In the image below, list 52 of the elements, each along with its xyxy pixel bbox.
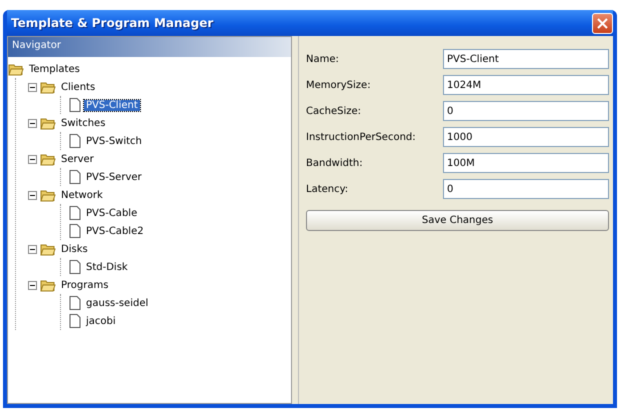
field-label: MemorySize: xyxy=(306,80,372,90)
folder-icon xyxy=(40,242,56,256)
collapse-icon[interactable] xyxy=(28,118,37,128)
folder-icon xyxy=(40,80,56,94)
tree-item[interactable]: Templates xyxy=(27,64,82,74)
tree-item[interactable]: PVS-Cable xyxy=(84,208,140,218)
collapse-icon[interactable] xyxy=(28,190,37,200)
field-label: CacheSize: xyxy=(306,106,362,116)
folder-icon xyxy=(40,188,56,202)
navigator-header: Navigator xyxy=(8,37,291,57)
folder-icon xyxy=(40,152,56,166)
tree-item[interactable]: Server xyxy=(59,154,96,164)
document-icon xyxy=(69,206,81,220)
collapse-icon[interactable] xyxy=(28,244,37,254)
tree-item[interactable]: jacobi xyxy=(84,316,118,326)
tree-item[interactable]: Disks xyxy=(59,244,90,254)
document-icon xyxy=(69,314,81,328)
collapse-icon[interactable] xyxy=(28,280,37,290)
document-icon xyxy=(69,98,81,112)
input-field[interactable]: 0 xyxy=(443,101,609,121)
close-button[interactable] xyxy=(592,12,613,34)
document-icon xyxy=(69,260,81,274)
document-icon xyxy=(69,296,81,310)
field-label: Latency: xyxy=(306,184,350,194)
tree-item[interactable]: PVS-Cable2 xyxy=(84,226,146,236)
tree-item[interactable]: Network xyxy=(59,190,105,200)
field-label: Bandwidth: xyxy=(306,158,364,168)
document-icon xyxy=(69,170,81,184)
tree-item[interactable]: gauss-seidel xyxy=(84,298,150,308)
collapse-icon[interactable] xyxy=(28,154,37,164)
folder-icon xyxy=(40,278,56,292)
document-icon xyxy=(69,134,81,148)
field-label: Name: xyxy=(306,54,340,64)
window-title: Template & Program Manager xyxy=(10,16,214,30)
tree-item[interactable]: Programs xyxy=(59,280,110,290)
input-field[interactable]: 0 xyxy=(443,179,609,199)
tree-item[interactable]: Switches xyxy=(59,118,108,128)
input-field[interactable]: 100M xyxy=(443,153,609,173)
close-icon xyxy=(597,18,608,28)
tree-item[interactable]: Std-Disk xyxy=(84,262,130,272)
input-field[interactable]: 1024M xyxy=(443,75,609,95)
field-label: InstructionPerSecond: xyxy=(306,132,417,142)
tree-item[interactable]: PVS-Client xyxy=(84,100,140,110)
tree-item[interactable]: Clients xyxy=(59,82,98,92)
input-field[interactable]: PVS-Client xyxy=(443,49,609,69)
tree-item[interactable]: PVS-Switch xyxy=(84,136,144,146)
folder-icon xyxy=(40,116,56,130)
tree-item[interactable]: PVS-Server xyxy=(84,172,144,182)
save-button[interactable]: Save Changes xyxy=(306,210,609,231)
collapse-icon[interactable] xyxy=(28,82,37,92)
document-icon xyxy=(69,224,81,238)
input-field[interactable]: 1000 xyxy=(443,127,609,147)
